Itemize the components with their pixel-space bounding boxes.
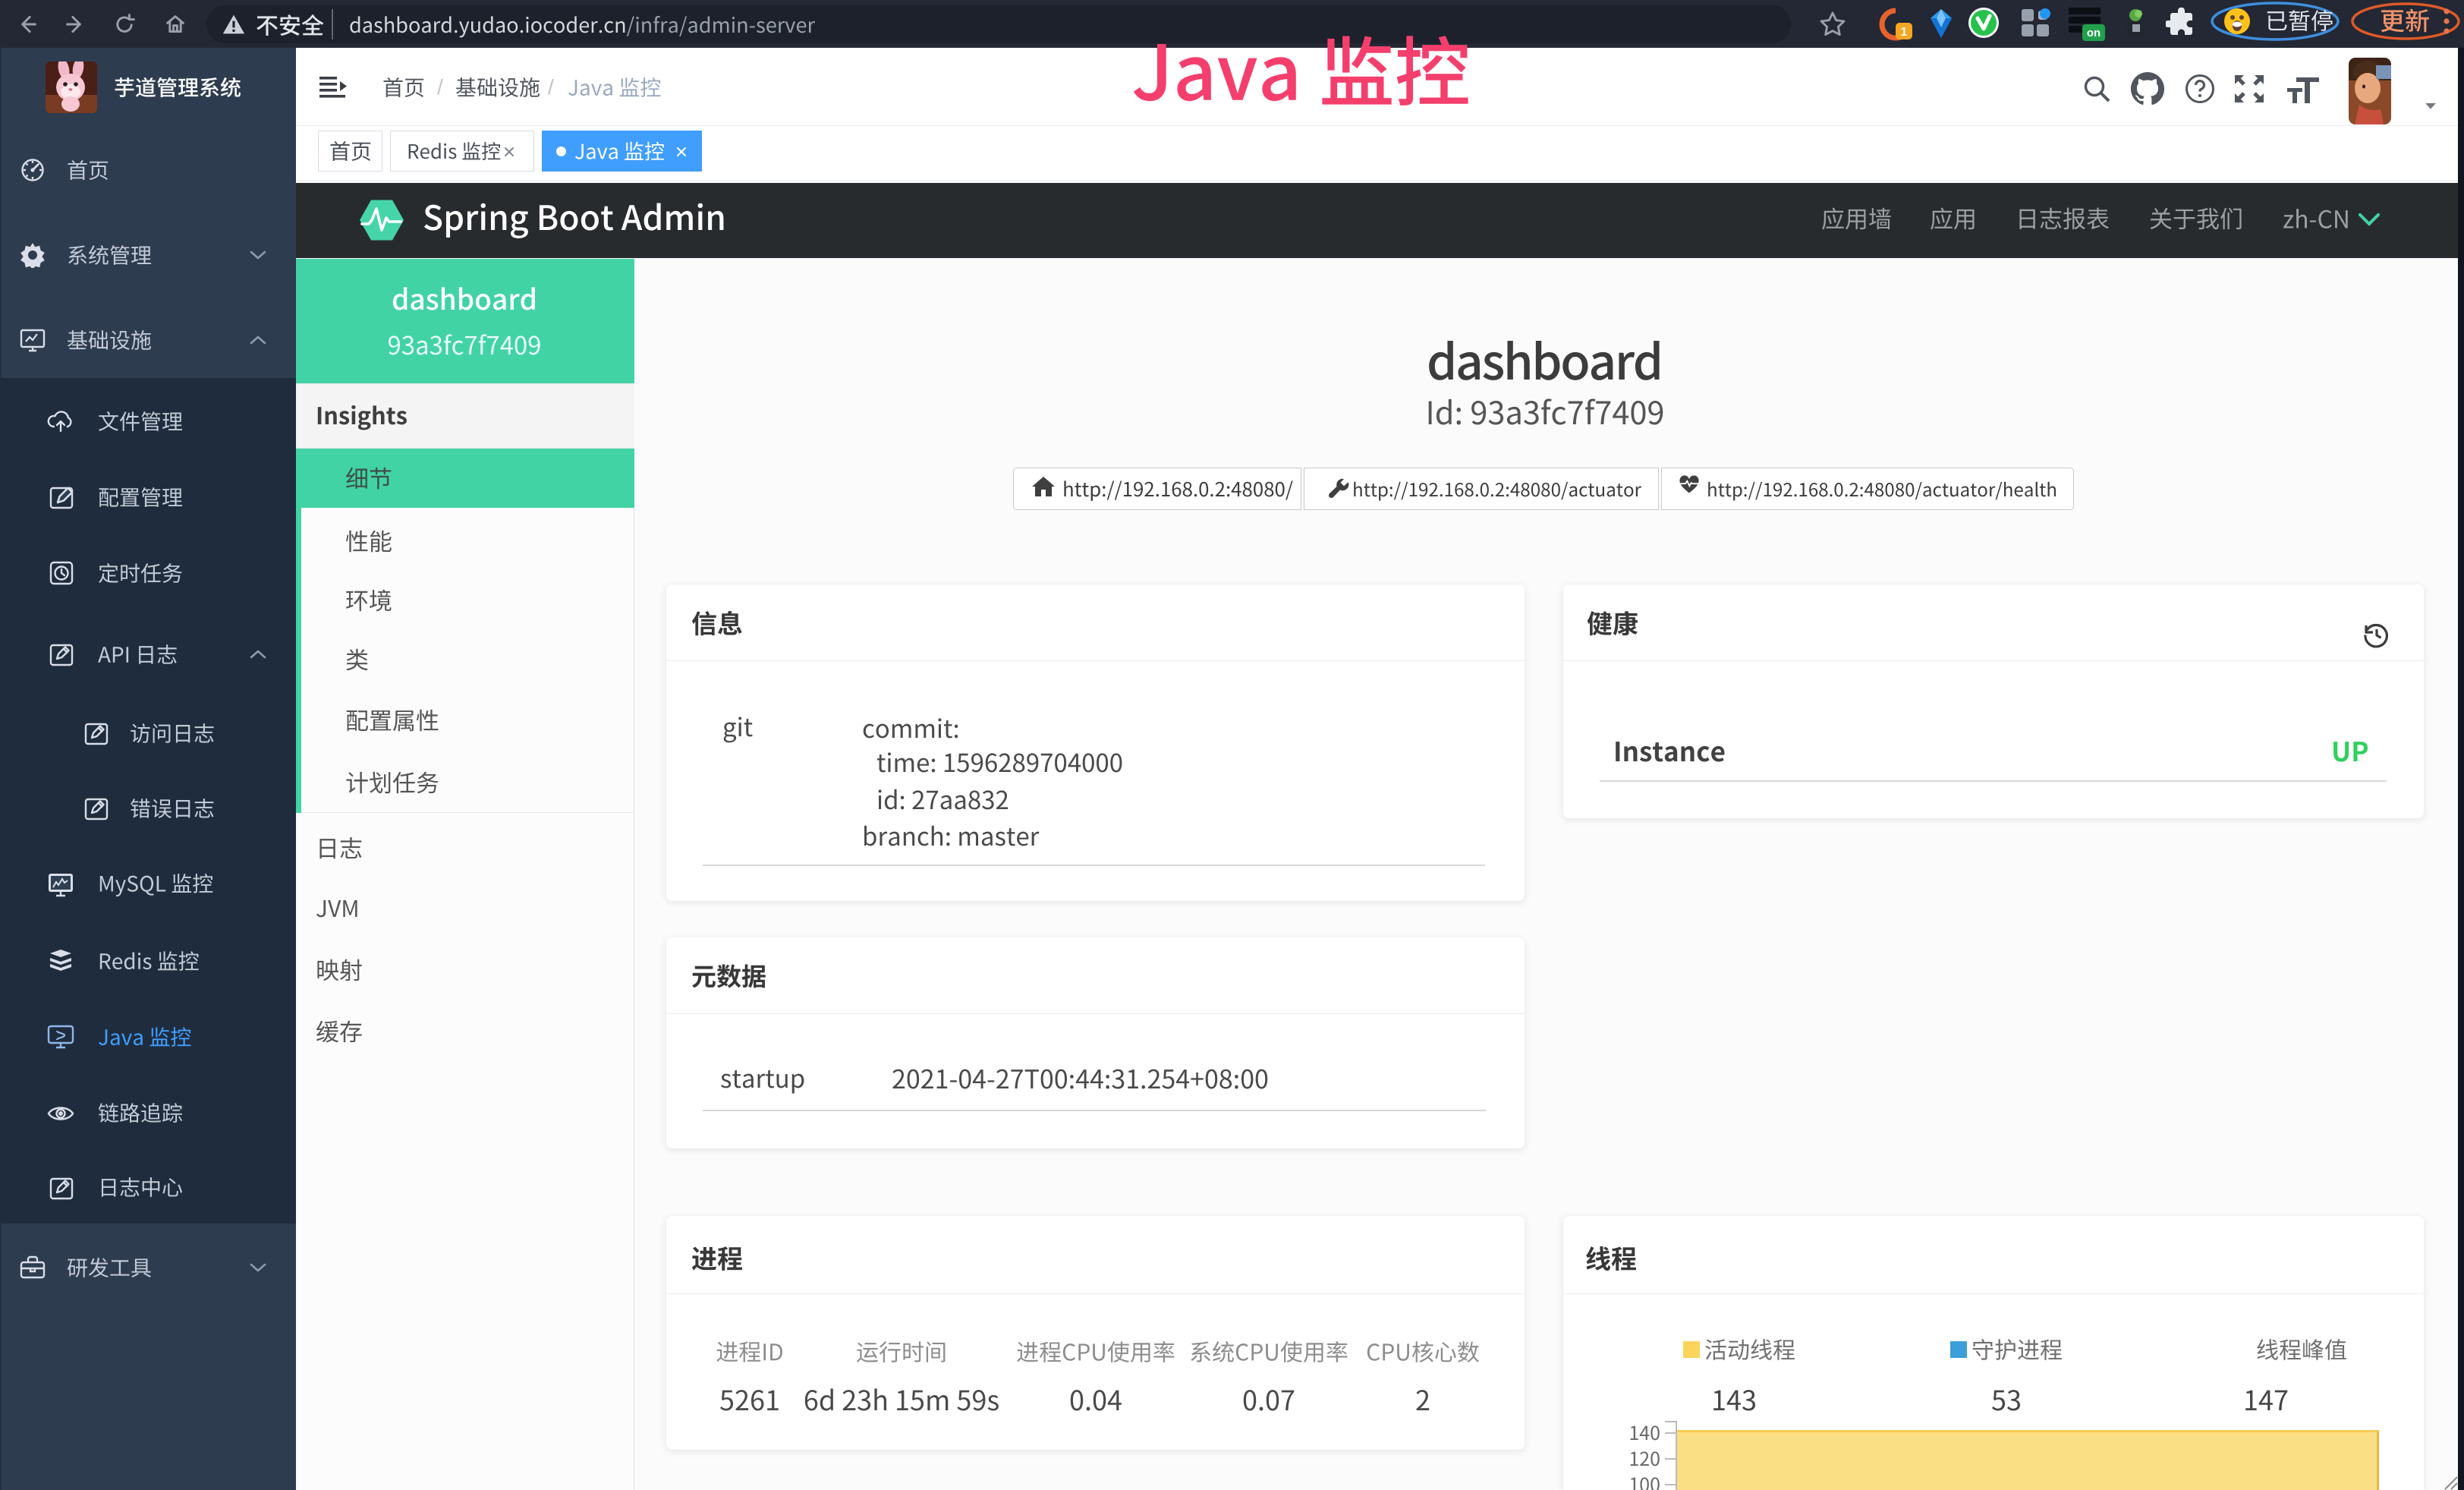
svg-text:1: 1 <box>1901 26 1908 39</box>
svg-text:on: on <box>2087 27 2101 39</box>
